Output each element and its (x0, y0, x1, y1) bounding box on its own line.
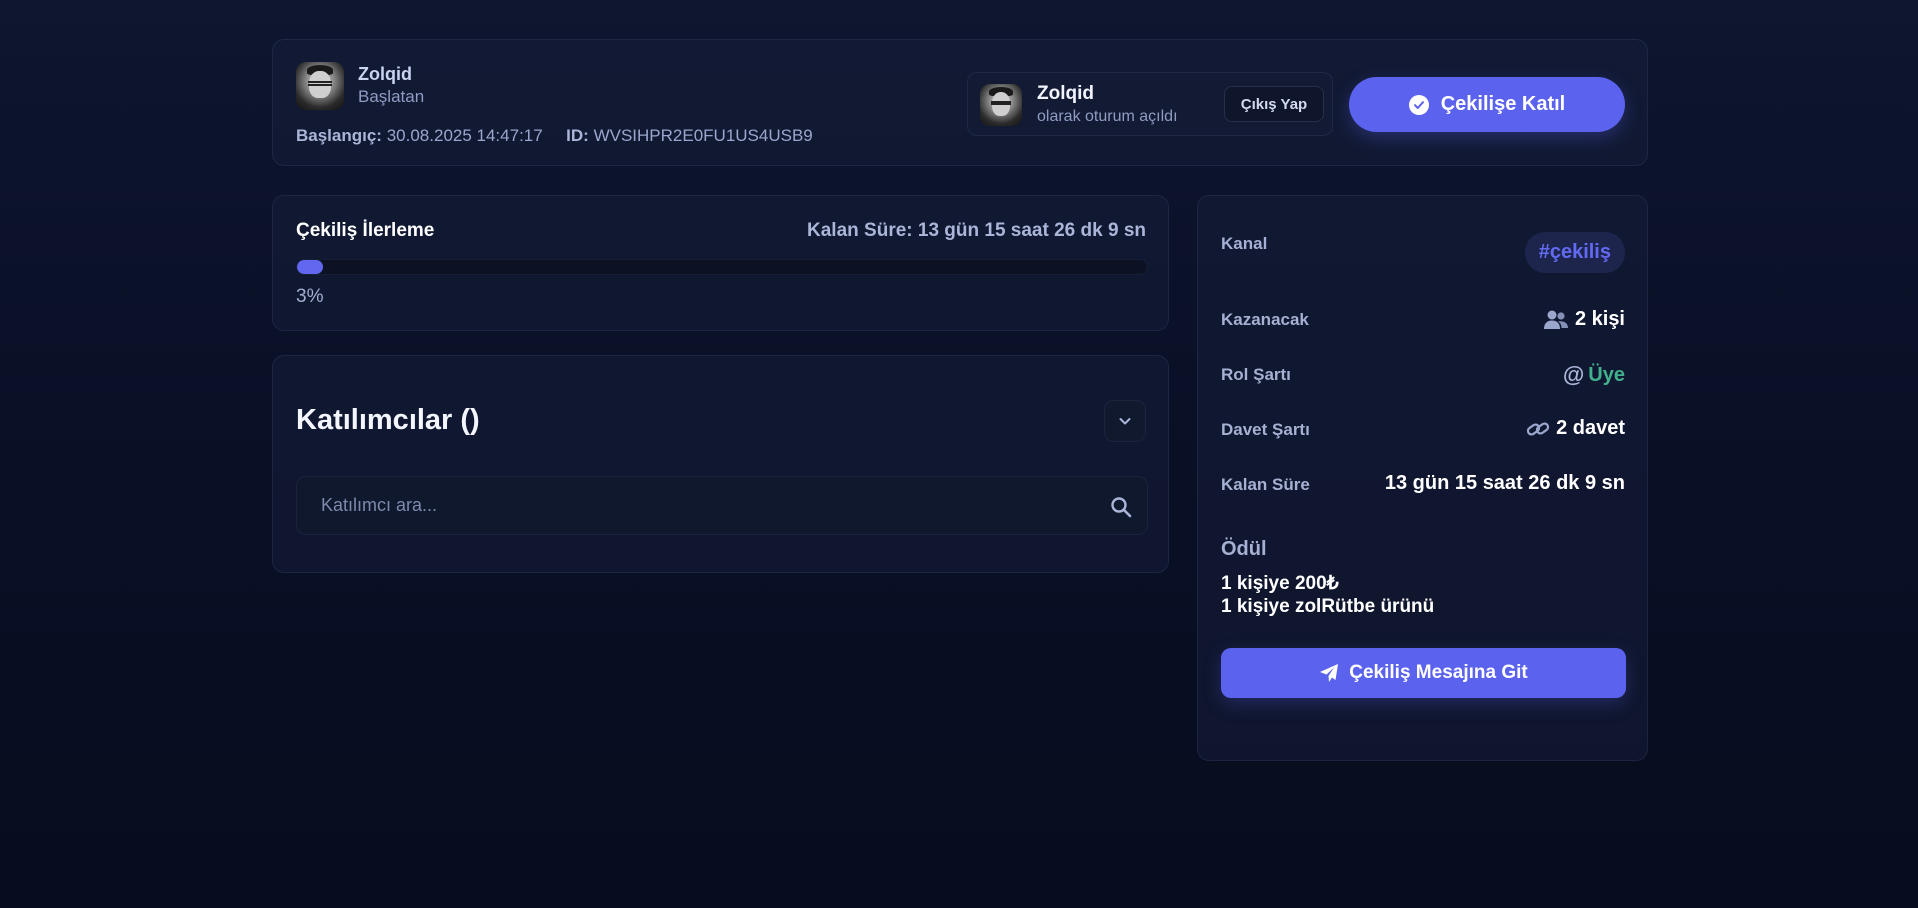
collapse-toggle[interactable] (1104, 400, 1146, 442)
progress-fill (297, 260, 323, 274)
session-status: olarak oturum açıldı (1037, 108, 1178, 125)
go-to-message-label: Çekiliş Mesajına Git (1349, 662, 1528, 683)
prize-line: 1 kişiye zolRütbe ürünü (1221, 596, 1435, 617)
role-label: Rol Şartı (1221, 365, 1291, 384)
host-name: Zolqid (358, 64, 412, 84)
search-input[interactable] (297, 477, 1087, 534)
users-icon (1543, 310, 1568, 329)
session-user-name: Zolqid (1037, 83, 1094, 104)
remaining-value: 13 gün 15 saat 26 dk 9 sn (1384, 472, 1625, 494)
channel-label: Kanal (1221, 234, 1268, 253)
at-icon: @ (1562, 362, 1585, 387)
invite-label: Davet Şartı (1221, 420, 1310, 439)
invite-count: 2 davet (1556, 417, 1625, 439)
progress-remaining: Kalan Süre: 13 gün 15 saat 26 dk 9 sn (807, 220, 1146, 241)
winners-label: Kazanacak (1221, 310, 1309, 329)
channel-chip[interactable]: #çekiliş (1524, 232, 1625, 273)
role-name: Üye (1588, 363, 1625, 386)
logout-button[interactable]: Çıkış Yap (1224, 86, 1324, 122)
participant-search (296, 476, 1148, 535)
prize-line: 1 kişiye 200₺ (1221, 573, 1339, 594)
invite-value: 2 davet (1526, 417, 1625, 440)
participants-card: Katılımcılar () (272, 355, 1169, 573)
giveaway-info-card: Kanal #çekiliş Kazanacak 2 kişi Rol Şart… (1197, 195, 1648, 761)
start-label: Başlangıç: (296, 126, 382, 145)
link-icon (1526, 421, 1550, 436)
progress-card: Çekiliş İlerleme Kalan Süre: 13 gün 15 s… (272, 195, 1169, 331)
remaining-label: Kalan Süre (1221, 475, 1310, 494)
progress-title: Çekiliş İlerleme (296, 220, 435, 241)
winners-count: 2 kişi (1574, 308, 1625, 330)
progress-bar (296, 259, 1148, 275)
id-value: WVSIHPR2E0FU1US4USB9 (593, 126, 813, 145)
user-avatar (980, 84, 1022, 126)
giveaway-header: Zolqid Başlatan Başlangıç: 30.08.2025 14… (272, 39, 1648, 166)
session-box: Zolqid olarak oturum açıldı Çıkış Yap (967, 72, 1333, 136)
prize-label: Ödül (1221, 538, 1267, 560)
host-role: Başlatan (358, 87, 425, 106)
winners-value: 2 kişi (1543, 308, 1625, 331)
go-to-message-button[interactable]: Çekiliş Mesajına Git (1221, 648, 1626, 698)
start-value: 30.08.2025 14:47:17 (386, 126, 543, 145)
host-avatar (296, 62, 344, 110)
role-value: @ Üye (1563, 362, 1625, 388)
participants-title: Katılımcılar () (296, 404, 480, 436)
check-circle-icon (1408, 94, 1429, 115)
chevron-down-icon (1119, 418, 1131, 425)
progress-percent: 3% (296, 286, 324, 307)
join-giveaway-button[interactable]: Çekilişe Katıl (1349, 77, 1625, 132)
join-label: Çekilişe Katıl (1440, 93, 1566, 115)
giveaway-meta: Başlangıç: 30.08.2025 14:47:17 ID: WVSIH… (296, 126, 813, 146)
search-icon[interactable] (1109, 495, 1133, 519)
paper-plane-icon (1320, 664, 1339, 682)
channel-value[interactable]: #çekiliş (1524, 232, 1625, 273)
id-label: ID: (566, 126, 589, 145)
